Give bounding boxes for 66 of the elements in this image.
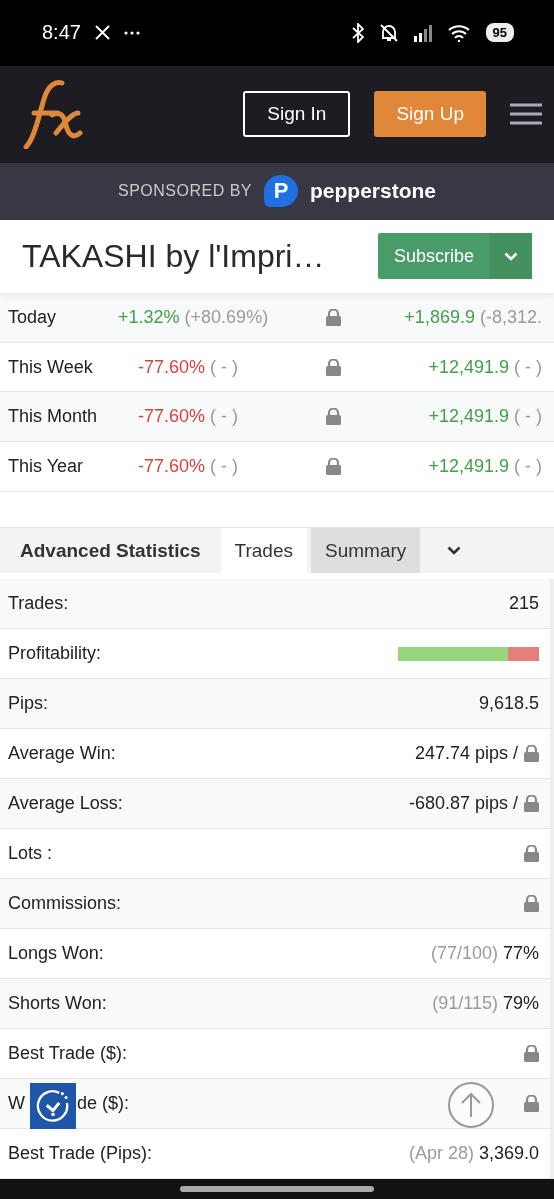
gain-value: -77.60% ( - ) xyxy=(136,356,239,378)
brand-logo[interactable]: P xyxy=(264,175,298,208)
arrow-up-icon xyxy=(461,1092,481,1118)
stat-label: Longs Won: xyxy=(8,943,104,965)
stat-label: Average Loss: xyxy=(8,793,123,815)
stat-label: Profitability: xyxy=(8,643,102,665)
period-label: This Year xyxy=(8,455,85,477)
stat-value: 9,618.5 xyxy=(478,693,539,715)
lock-icon xyxy=(524,795,539,813)
period-label: Today xyxy=(8,306,58,328)
period-label: This Month xyxy=(8,406,99,428)
stat-label: Commissions: xyxy=(8,893,122,915)
stat-value: -680.87 pips / xyxy=(408,793,518,815)
stat-value: (Apr 28) 3,369.0 xyxy=(408,1143,539,1165)
lock-icon xyxy=(524,845,539,863)
pips-value: +12,491.9 ( - ) xyxy=(427,406,543,428)
stat-value: 215 xyxy=(508,593,539,615)
stat-value: (91/115) 79% xyxy=(432,993,539,1015)
more-icon xyxy=(123,30,140,35)
tab[interactable]: Trades xyxy=(220,528,307,574)
signal-icon xyxy=(413,23,434,42)
pips-value: +12,491.9 ( - ) xyxy=(427,356,543,378)
sponsored-label: SPONSORED BY xyxy=(117,182,252,201)
period-label: This Week xyxy=(8,356,94,378)
stat-label: W de ($): xyxy=(8,1093,130,1115)
home-handle[interactable] xyxy=(180,1186,374,1193)
stat-label: Lots : xyxy=(8,843,53,865)
stat-label: Average Win: xyxy=(8,743,116,765)
clock: 8:47 xyxy=(42,21,81,45)
gain-value: +1.32% (+80.69%) xyxy=(118,306,270,328)
lock-icon xyxy=(524,1045,539,1063)
bluetooth-icon xyxy=(351,22,364,43)
section-heading: Advanced Statistics xyxy=(19,538,202,563)
lock-icon xyxy=(524,745,539,763)
stat-label: Shorts Won: xyxy=(8,993,107,1015)
page-title: TAKASHI by l'Impri… xyxy=(22,237,325,275)
stat-value: 247.74 pips / xyxy=(414,743,518,765)
wifi-icon xyxy=(447,23,472,42)
brand-name[interactable]: pepperstone xyxy=(310,179,437,204)
chevron-down-icon xyxy=(447,546,462,556)
subscribe-dropdown-button[interactable] xyxy=(490,233,532,280)
lock-icon xyxy=(524,1095,539,1113)
fx-logo-icon xyxy=(20,79,84,150)
muted-bell-icon xyxy=(377,22,400,43)
cookie-settings-button[interactable] xyxy=(30,1083,76,1129)
x-logo-icon xyxy=(94,25,110,41)
battery-level: 95 xyxy=(485,23,514,43)
stat-value: (77/100) 77% xyxy=(430,943,539,965)
pips-value: +1,869.9 (-8,312. xyxy=(403,306,543,328)
chevron-down-icon xyxy=(504,251,518,261)
tab[interactable]: Summary xyxy=(311,528,421,574)
stat-label: Pips: xyxy=(8,693,49,715)
menu-icon[interactable] xyxy=(510,103,542,126)
pips-value: +12,491.9 ( - ) xyxy=(427,455,543,477)
stat-label: Best Trade ($): xyxy=(8,1043,128,1065)
lock-icon xyxy=(325,457,341,475)
lock-icon xyxy=(325,408,341,426)
gain-value: -77.60% ( - ) xyxy=(136,455,239,477)
gain-value: -77.60% ( - ) xyxy=(136,406,239,428)
stat-label: Best Trade (Pips): xyxy=(8,1143,153,1165)
lock-icon xyxy=(325,358,341,376)
sign-in-button[interactable]: Sign In xyxy=(243,91,351,138)
lock-icon xyxy=(325,308,341,326)
stat-label: Trades: xyxy=(8,593,69,615)
scroll-up-button[interactable] xyxy=(448,1082,494,1128)
lock-icon xyxy=(524,895,539,913)
